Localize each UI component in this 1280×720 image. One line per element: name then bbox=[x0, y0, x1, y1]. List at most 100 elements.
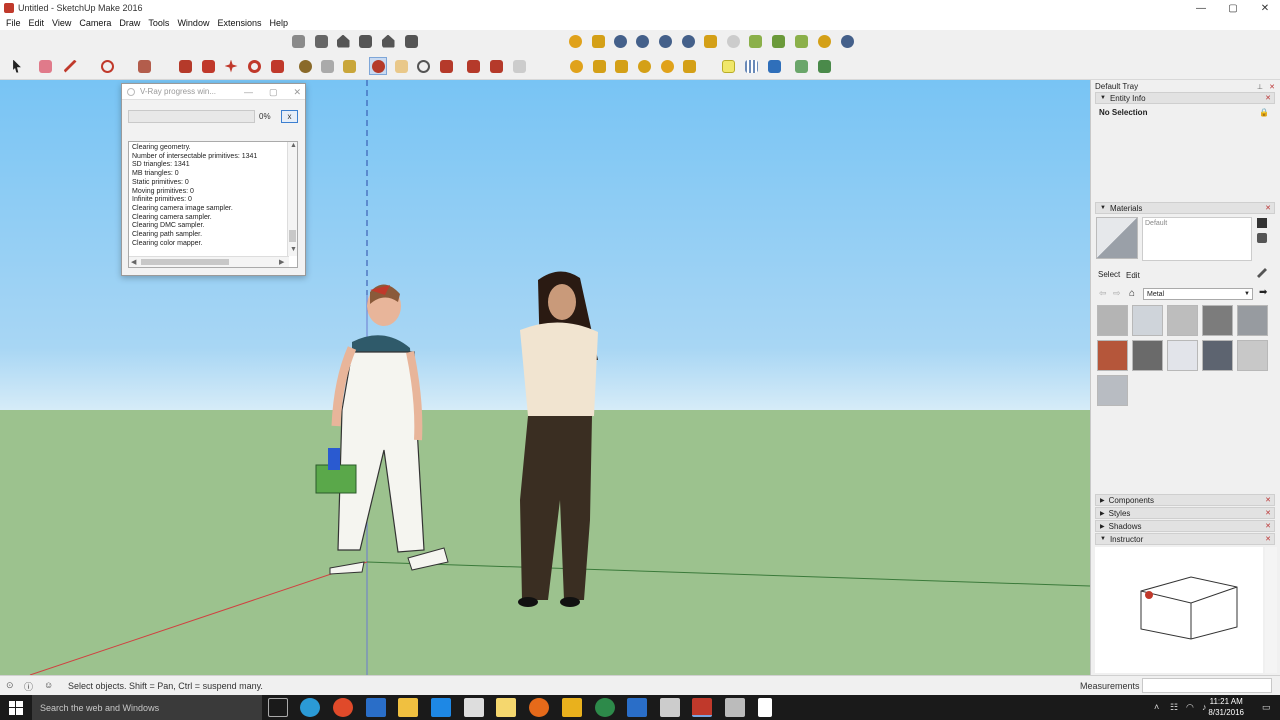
vray-rt-icon[interactable] bbox=[633, 32, 651, 50]
sample-paint-eyedropper-icon[interactable] bbox=[1257, 268, 1267, 278]
sketchup-taskbar-icon[interactable] bbox=[692, 698, 712, 717]
vray-dialog-titlebar[interactable]: V-Ray progress win... — ▢ ✕ bbox=[122, 84, 305, 100]
back-arrow-icon[interactable]: ⇦ bbox=[1099, 288, 1107, 299]
vray-material-editor-icon[interactable] bbox=[566, 32, 584, 50]
vray-dome-light-icon[interactable] bbox=[680, 57, 698, 75]
desktop-app-icon[interactable] bbox=[627, 698, 647, 717]
menu-file[interactable]: File bbox=[2, 18, 25, 28]
rectangle-tool-icon[interactable] bbox=[135, 57, 153, 75]
scale-tool-icon[interactable] bbox=[268, 57, 286, 75]
monitor-app-icon[interactable] bbox=[366, 698, 386, 717]
geo-location-icon[interactable]: ⊙ bbox=[6, 680, 14, 691]
account-icon[interactable]: ☺ bbox=[44, 680, 53, 690]
layer-panel-icon[interactable] bbox=[792, 57, 810, 75]
vray-progress-window[interactable]: V-Ray progress win... — ▢ ✕ 0% x Clearin… bbox=[121, 83, 306, 276]
entity-info-close-icon[interactable]: ✕ bbox=[1265, 94, 1271, 102]
share-model-icon[interactable] bbox=[510, 57, 528, 75]
folder-icon[interactable] bbox=[496, 698, 516, 717]
styles-close-icon[interactable]: ✕ bbox=[1265, 509, 1271, 517]
wifi-icon[interactable]: ◠ bbox=[1186, 702, 1196, 712]
tray-close-icon[interactable]: ✕ bbox=[1269, 83, 1275, 91]
log-horizontal-thumb[interactable] bbox=[141, 259, 229, 265]
add-guide-icon[interactable] bbox=[719, 57, 737, 75]
measurements-input[interactable] bbox=[1142, 678, 1272, 693]
cortana-icon[interactable] bbox=[300, 698, 320, 717]
taskbar-clock[interactable]: 11:21 AM 8/31/2016 bbox=[1208, 696, 1244, 718]
start-button[interactable] bbox=[0, 695, 32, 720]
tray-expand-icon[interactable]: ˄ bbox=[1154, 702, 1164, 712]
line-tool-icon[interactable] bbox=[61, 57, 79, 75]
material-swatch[interactable] bbox=[1167, 305, 1198, 336]
styles-header[interactable]: ▶ Styles ✕ bbox=[1095, 507, 1275, 519]
material-collection-select[interactable]: Metal ▼ bbox=[1143, 288, 1253, 300]
paint-bucket-icon[interactable] bbox=[340, 57, 358, 75]
log-vertical-thumb[interactable] bbox=[289, 230, 296, 242]
components-close-icon[interactable]: ✕ bbox=[1265, 496, 1271, 504]
material-swatch[interactable] bbox=[1167, 340, 1198, 371]
cancel-render-button[interactable]: x bbox=[281, 110, 298, 123]
vray-batch-render-icon[interactable] bbox=[656, 32, 674, 50]
vray-options-icon[interactable] bbox=[589, 32, 607, 50]
store-icon[interactable] bbox=[431, 698, 451, 717]
eraser-tool-icon[interactable] bbox=[36, 57, 54, 75]
iso-view-icon[interactable] bbox=[289, 32, 307, 50]
left-view-icon[interactable] bbox=[402, 32, 420, 50]
credits-icon[interactable]: ⓘ bbox=[24, 680, 33, 693]
app-grid-icon[interactable] bbox=[562, 698, 582, 717]
cloud-icon[interactable] bbox=[765, 57, 783, 75]
vray-fur-icon[interactable] bbox=[746, 32, 764, 50]
shadows-header[interactable]: ▶ Shadows ✕ bbox=[1095, 520, 1275, 532]
vray-omni-light-icon[interactable] bbox=[567, 57, 585, 75]
home-icon[interactable]: ⌂ bbox=[1129, 288, 1135, 299]
instructor-close-icon[interactable]: ✕ bbox=[1265, 535, 1271, 543]
minimize-button[interactable]: — bbox=[1186, 0, 1216, 16]
chrome-canary-icon[interactable] bbox=[595, 698, 615, 717]
material-swatch[interactable] bbox=[1097, 305, 1128, 336]
tab-edit[interactable]: Edit bbox=[1126, 271, 1140, 280]
vray-render-icon[interactable] bbox=[611, 32, 629, 50]
shadows-close-icon[interactable]: ✕ bbox=[1265, 522, 1271, 530]
material-name-field[interactable]: Default bbox=[1142, 217, 1252, 261]
task-view-icon[interactable] bbox=[268, 698, 288, 717]
log-vertical-scrollbar[interactable]: ▲ ▼ bbox=[287, 142, 297, 256]
menu-draw[interactable]: Draw bbox=[115, 18, 144, 28]
vray-sphere-light-icon[interactable] bbox=[658, 57, 676, 75]
select-tool-icon[interactable] bbox=[8, 57, 26, 75]
tray-scrollbar[interactable] bbox=[1265, 547, 1277, 673]
tape-measure-icon[interactable] bbox=[296, 57, 314, 75]
arc-tool-icon[interactable] bbox=[98, 57, 116, 75]
vray-proxy-icon[interactable] bbox=[769, 32, 787, 50]
material-swatch[interactable] bbox=[1097, 375, 1128, 406]
menu-camera[interactable]: Camera bbox=[75, 18, 115, 28]
vray-sphere-icon[interactable] bbox=[724, 32, 742, 50]
rotate-tool-icon[interactable] bbox=[245, 57, 263, 75]
material-swatch[interactable] bbox=[1237, 305, 1268, 336]
vray-info-icon[interactable] bbox=[838, 32, 856, 50]
right-view-icon[interactable] bbox=[356, 32, 374, 50]
material-swatch[interactable] bbox=[1132, 305, 1163, 336]
menu-view[interactable]: View bbox=[48, 18, 75, 28]
forward-arrow-icon[interactable]: ⇨ bbox=[1113, 288, 1121, 299]
sample-paint-icon[interactable] bbox=[1257, 233, 1267, 243]
components-header[interactable]: ▶ Components ✕ bbox=[1095, 494, 1275, 506]
vray-rect-light-icon[interactable] bbox=[590, 57, 608, 75]
vray-export-icon[interactable] bbox=[815, 32, 833, 50]
vray-close-button[interactable]: ✕ bbox=[293, 87, 301, 98]
grid-icon[interactable] bbox=[742, 57, 760, 75]
material-swatch[interactable] bbox=[1237, 340, 1268, 371]
vray-help-icon[interactable] bbox=[679, 32, 697, 50]
vray-minimize-button[interactable]: — bbox=[244, 87, 253, 97]
materials-close-icon[interactable]: ✕ bbox=[1265, 204, 1271, 212]
taskbar-search-box[interactable]: Search the web and Windows bbox=[32, 695, 262, 720]
chrome-icon[interactable] bbox=[333, 698, 353, 717]
text-app-icon[interactable] bbox=[660, 698, 680, 717]
menu-edit[interactable]: Edit bbox=[25, 18, 49, 28]
vray-infinite-plane-icon[interactable] bbox=[792, 32, 810, 50]
network-icon[interactable]: ☷ bbox=[1170, 702, 1180, 712]
back-view-icon[interactable] bbox=[379, 32, 397, 50]
menu-help[interactable]: Help bbox=[265, 18, 292, 28]
zoom-tool-icon[interactable] bbox=[414, 57, 432, 75]
orbit-tool-icon[interactable] bbox=[369, 57, 387, 75]
calculator-icon[interactable] bbox=[464, 698, 484, 717]
details-arrow-icon[interactable]: ➡ bbox=[1259, 287, 1267, 298]
